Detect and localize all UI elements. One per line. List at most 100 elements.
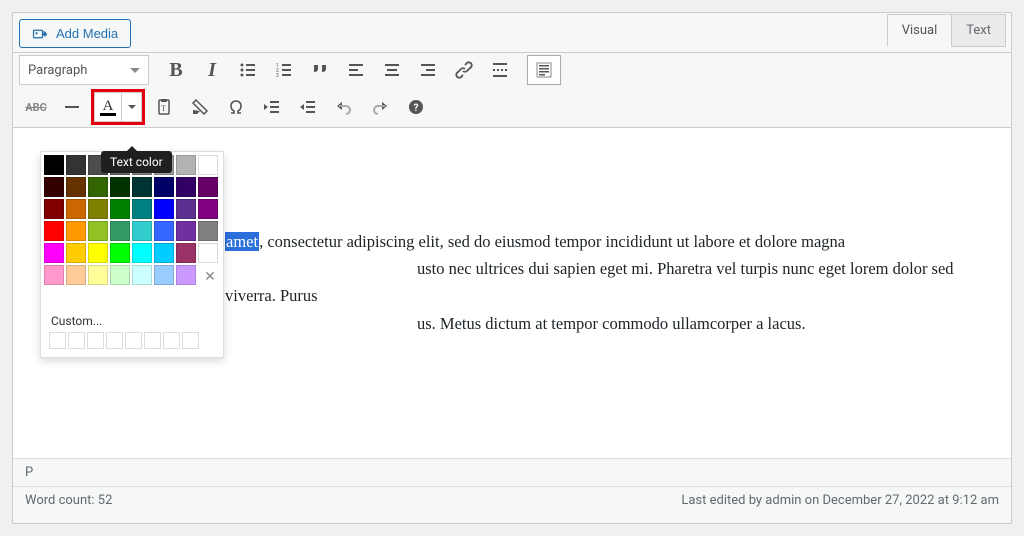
bullet-list-button[interactable] xyxy=(231,55,265,85)
custom-color-label[interactable]: Custom... xyxy=(43,308,221,332)
color-swatch[interactable] xyxy=(110,199,130,219)
outdent-button[interactable] xyxy=(255,92,289,122)
highlighted-text: amet xyxy=(225,232,259,251)
color-swatch[interactable] xyxy=(110,221,130,241)
text-color-button[interactable]: A xyxy=(94,92,122,122)
color-swatch[interactable] xyxy=(176,243,196,263)
clear-formatting-button[interactable] xyxy=(183,92,217,122)
color-swatch[interactable] xyxy=(110,177,130,197)
custom-swatch[interactable] xyxy=(49,332,66,349)
color-swatch[interactable] xyxy=(132,221,152,241)
color-swatch[interactable] xyxy=(198,221,218,241)
media-icon xyxy=(32,27,50,41)
color-swatch[interactable] xyxy=(198,155,218,175)
svg-text:?: ? xyxy=(414,103,419,114)
align-left-button[interactable] xyxy=(339,55,373,85)
read-more-button[interactable] xyxy=(483,55,517,85)
color-swatch[interactable] xyxy=(176,265,196,285)
color-swatch[interactable] xyxy=(88,177,108,197)
color-swatch[interactable] xyxy=(88,221,108,241)
content-paragraph: amet, consectetur adipiscing elit, sed d… xyxy=(225,146,991,337)
palette-grid xyxy=(43,154,223,286)
custom-swatch[interactable] xyxy=(125,332,142,349)
align-right-button[interactable] xyxy=(411,55,445,85)
add-media-button[interactable]: Add Media xyxy=(19,19,131,48)
text-color-tooltip: Text color xyxy=(101,151,172,173)
add-media-label: Add Media xyxy=(56,26,118,41)
numbered-list-button[interactable]: 123 xyxy=(267,55,301,85)
color-swatch[interactable] xyxy=(154,265,174,285)
paragraph-format-dropdown[interactable]: Paragraph xyxy=(19,55,149,85)
svg-text:3: 3 xyxy=(276,73,279,79)
color-swatch[interactable] xyxy=(154,199,174,219)
color-swatch[interactable] xyxy=(44,265,64,285)
color-swatch[interactable] xyxy=(154,221,174,241)
help-button[interactable]: ? xyxy=(399,92,433,122)
color-swatch[interactable] xyxy=(110,265,130,285)
color-swatch[interactable] xyxy=(132,243,152,263)
color-swatch[interactable] xyxy=(154,243,174,263)
color-swatch[interactable] xyxy=(66,177,86,197)
tab-visual[interactable]: Visual xyxy=(887,14,952,47)
color-swatch[interactable] xyxy=(66,243,86,263)
color-swatch[interactable] xyxy=(44,199,64,219)
special-char-button[interactable] xyxy=(219,92,253,122)
custom-swatch[interactable] xyxy=(163,332,180,349)
color-swatch[interactable] xyxy=(44,155,64,175)
custom-swatch[interactable] xyxy=(106,332,123,349)
palette-close-button[interactable]: ✕ xyxy=(201,268,219,286)
color-swatch[interactable] xyxy=(132,199,152,219)
bold-button[interactable]: B xyxy=(159,55,193,85)
color-swatch[interactable] xyxy=(88,265,108,285)
custom-swatch[interactable] xyxy=(144,332,161,349)
color-swatch[interactable] xyxy=(176,221,196,241)
content-line3: us. Metus dictum at tempor commodo ullam… xyxy=(417,314,806,333)
hr-button[interactable] xyxy=(55,92,89,122)
element-path: P xyxy=(25,465,33,480)
color-swatch[interactable] xyxy=(176,155,196,175)
indent-button[interactable] xyxy=(291,92,325,122)
last-edited: Last edited by admin on December 27, 202… xyxy=(681,493,999,508)
italic-button[interactable]: I xyxy=(195,55,229,85)
redo-button[interactable] xyxy=(363,92,397,122)
editor-toolbar: Paragraph B I 123 ABC xyxy=(13,52,1011,128)
color-swatch[interactable] xyxy=(66,221,86,241)
paste-text-button[interactable]: T xyxy=(147,92,181,122)
color-swatch[interactable] xyxy=(88,199,108,219)
color-swatch[interactable] xyxy=(132,265,152,285)
custom-color-row xyxy=(43,332,221,355)
tab-text[interactable]: Text xyxy=(951,14,1006,47)
color-swatch[interactable] xyxy=(110,243,130,263)
custom-swatch[interactable] xyxy=(182,332,199,349)
color-swatch[interactable] xyxy=(66,155,86,175)
color-swatch[interactable] xyxy=(132,177,152,197)
color-swatch[interactable] xyxy=(198,199,218,219)
color-swatch[interactable] xyxy=(176,199,196,219)
link-button[interactable] xyxy=(447,55,481,85)
color-swatch[interactable] xyxy=(66,265,86,285)
color-swatch[interactable] xyxy=(176,177,196,197)
color-swatch[interactable] xyxy=(44,243,64,263)
align-center-button[interactable] xyxy=(375,55,409,85)
color-swatch[interactable] xyxy=(154,177,174,197)
blockquote-button[interactable] xyxy=(303,55,337,85)
color-swatch[interactable] xyxy=(44,221,64,241)
color-palette-panel: ✕ Custom... xyxy=(40,151,224,358)
color-swatch[interactable] xyxy=(66,199,86,219)
strikethrough-button[interactable]: ABC xyxy=(19,92,53,122)
undo-button[interactable] xyxy=(327,92,361,122)
toolbar-toggle-button[interactable] xyxy=(527,55,561,85)
color-swatch[interactable] xyxy=(44,177,64,197)
custom-swatch[interactable] xyxy=(87,332,104,349)
editor-mode-tabs: Visual Text xyxy=(887,20,1006,47)
color-swatch[interactable] xyxy=(88,243,108,263)
content-line2: usto nec ultrices dui sapien eget mi. Ph… xyxy=(225,259,954,305)
text-color-dropdown[interactable] xyxy=(122,92,142,122)
color-swatch[interactable] xyxy=(198,177,218,197)
color-swatch[interactable] xyxy=(198,243,218,263)
text-color-underline xyxy=(100,113,116,116)
text-color-a-icon: A xyxy=(103,99,114,113)
custom-swatch[interactable] xyxy=(68,332,85,349)
chevron-down-icon xyxy=(128,105,136,109)
text-color-split-button: A xyxy=(91,89,145,125)
